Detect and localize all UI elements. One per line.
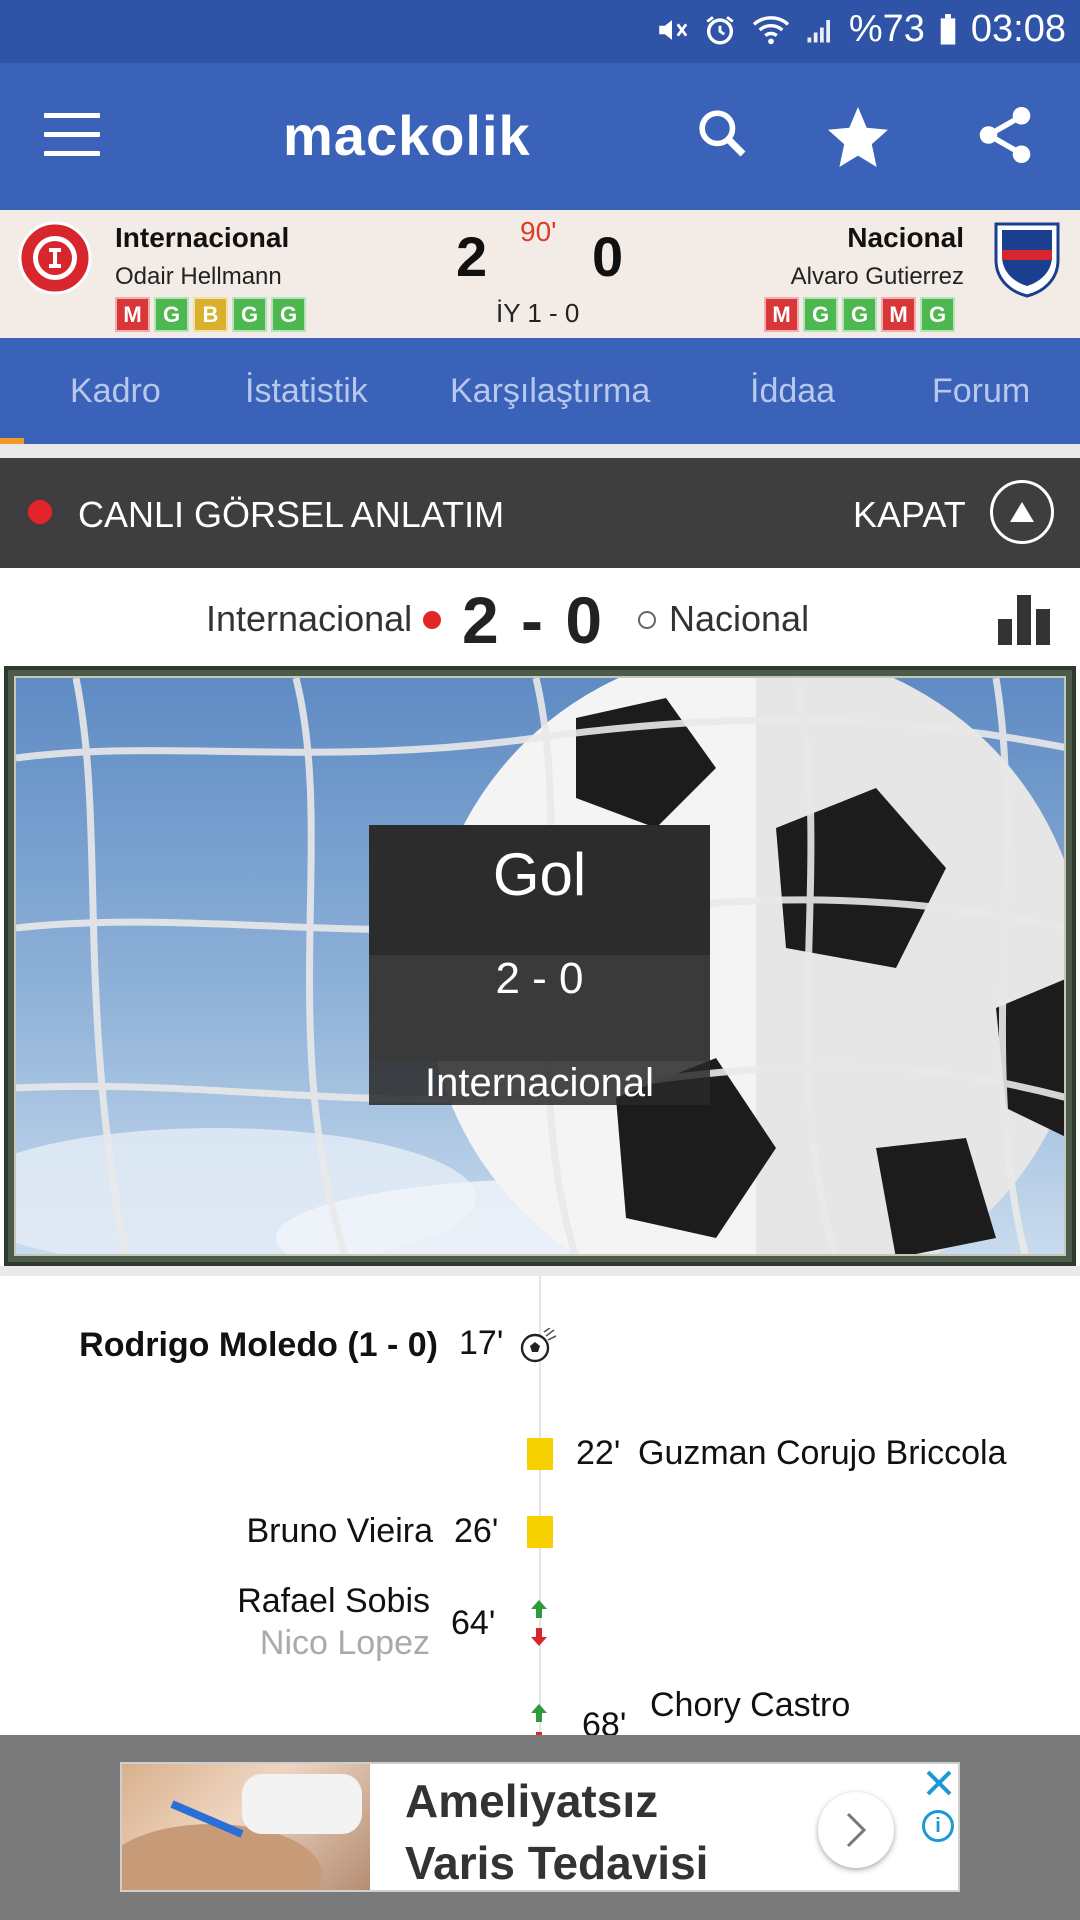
ad-info-icon[interactable]: i xyxy=(922,1810,954,1842)
ad-banner[interactable]: Ameliyatsız Varis Tedavisi i xyxy=(120,1762,960,1892)
ad-open-button[interactable] xyxy=(818,1792,894,1868)
share-button[interactable] xyxy=(972,101,1038,174)
ad-line-2: Varis Tedavisi xyxy=(405,1837,709,1889)
tab-karsilastirma[interactable]: Karşılaştırma xyxy=(450,372,650,411)
goal-scorer: Rodrigo Moledo (1 - 0) xyxy=(79,1326,438,1364)
live-visual-title: CANLI GÖRSEL ANLATIM xyxy=(78,494,505,535)
event-minute: 26' xyxy=(454,1512,499,1550)
bar-chart-icon xyxy=(998,595,1050,645)
tab-istatistik[interactable]: İstatistik xyxy=(245,372,368,411)
close-label[interactable]: KAPAT xyxy=(853,494,966,536)
form-badge: B xyxy=(193,297,228,332)
form-badge: M xyxy=(115,297,150,332)
tab-iddaa[interactable]: İddaa xyxy=(750,372,835,411)
chevron-right-icon xyxy=(846,1812,867,1848)
search-icon xyxy=(699,110,746,157)
away-team-crest xyxy=(990,220,1064,298)
match-header[interactable]: Internacional Odair Hellmann M G B G G 2… xyxy=(0,210,1080,338)
ad-close-button[interactable] xyxy=(924,1768,954,1807)
battery-percent: %73 xyxy=(848,8,925,50)
menu-button[interactable] xyxy=(44,113,100,159)
menu-icon xyxy=(44,113,100,118)
live-score-line: Internacional 2 - 0 Nacional xyxy=(0,568,1080,666)
clock: 03:08 xyxy=(970,8,1066,50)
yellow-card-icon xyxy=(527,1438,553,1470)
alarm-icon xyxy=(703,13,737,47)
booked-player: Guzman Corujo Briccola xyxy=(638,1434,1007,1472)
share-icon xyxy=(979,106,1031,164)
wifi-icon xyxy=(751,13,791,47)
live-visual-header: CANLI GÖRSEL ANLATIM KAPAT xyxy=(0,458,1080,568)
event-score: 2 - 0 xyxy=(369,955,710,1061)
form-badge: G xyxy=(842,297,877,332)
tab-kadro[interactable]: Kadro xyxy=(70,372,161,411)
event-title: Gol xyxy=(369,825,710,955)
score-line-home: Internacional xyxy=(206,598,413,639)
away-team-name: Nacional xyxy=(847,222,964,253)
status-bar: %73 03:08 xyxy=(0,0,1080,63)
away-form: M G G M G xyxy=(764,297,955,332)
live-indicator-icon xyxy=(28,500,52,524)
signal-icon xyxy=(805,15,835,45)
close-icon xyxy=(926,1770,952,1796)
player-in: Rafael Sobis xyxy=(237,1582,430,1620)
form-badge: M xyxy=(881,297,916,332)
form-badge: G xyxy=(920,297,955,332)
event-minute: 17' xyxy=(459,1324,504,1362)
battery-icon xyxy=(939,13,957,46)
yellow-card-icon xyxy=(527,1516,553,1548)
star-icon xyxy=(828,107,888,167)
player-in: Chory Castro xyxy=(650,1686,851,1724)
ad-headline: Ameliyatsız Varis Tedavisi xyxy=(405,1770,709,1890)
form-badge: G xyxy=(803,297,838,332)
form-badge: M xyxy=(764,297,799,332)
collapse-button[interactable] xyxy=(990,480,1054,544)
goal-event-card: Gol 2 - 0 Internacional xyxy=(369,825,710,1105)
event-minute: 22' xyxy=(576,1434,621,1472)
event-timeline: Rodrigo Moledo (1 - 0) 17' 22' Guzman Co… xyxy=(0,1276,1080,1736)
favorite-button[interactable] xyxy=(822,101,894,178)
score-line-away: Nacional xyxy=(669,598,810,639)
ball-icon xyxy=(520,1327,558,1369)
match-minute: 90' xyxy=(520,216,557,247)
half-time-score: İY 1 - 0 xyxy=(496,298,580,328)
ad-banner-area: Ameliyatsız Varis Tedavisi i xyxy=(0,1735,1080,1920)
search-button[interactable] xyxy=(694,103,750,168)
ad-image xyxy=(122,1764,370,1890)
form-badge: G xyxy=(271,297,306,332)
form-badge: G xyxy=(154,297,189,332)
mute-icon xyxy=(655,13,689,47)
substitution-icon xyxy=(528,1598,550,1653)
away-score: 0 xyxy=(592,225,624,288)
ad-line-1: Ameliyatsız xyxy=(405,1775,659,1827)
triangle-up-icon xyxy=(1010,502,1034,522)
substitution-icon xyxy=(528,1702,550,1736)
player-out: Nico Lopez xyxy=(259,1624,430,1662)
tab-forum[interactable]: Forum xyxy=(932,372,1030,411)
form-badge: G xyxy=(232,297,267,332)
possession-dot-icon xyxy=(423,611,441,629)
event-minute: 68' xyxy=(582,1706,627,1736)
event-minute: 64' xyxy=(451,1604,496,1642)
home-team-name: Internacional xyxy=(115,222,290,253)
score-line-score: 2 - 0 xyxy=(462,583,605,657)
separator xyxy=(0,1266,1080,1276)
match-tabs: Kadro İstatistik Karşılaştırma İddaa For… xyxy=(0,338,1080,444)
home-coach-name: Odair Hellmann xyxy=(115,263,282,290)
stats-button[interactable] xyxy=(996,593,1052,650)
booked-player: Bruno Vieira xyxy=(246,1512,434,1550)
away-coach-name: Alvaro Gutierrez xyxy=(790,263,964,290)
home-score: 2 xyxy=(456,225,488,288)
separator xyxy=(0,444,1080,458)
app-logo: mackolik xyxy=(283,104,531,167)
home-form: M G B G G xyxy=(115,297,306,332)
app-bar: mackolik xyxy=(0,63,1080,210)
event-team: Internacional xyxy=(369,1061,710,1105)
home-team-crest xyxy=(18,220,92,298)
empty-dot-icon xyxy=(638,611,656,629)
